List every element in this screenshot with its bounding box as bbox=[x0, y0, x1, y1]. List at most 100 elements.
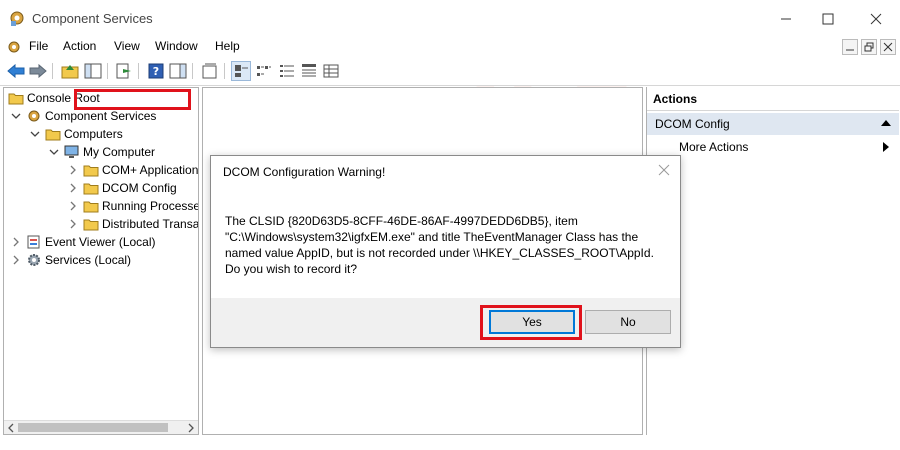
folder-icon bbox=[45, 127, 61, 141]
folder-icon bbox=[83, 217, 99, 231]
action-pane-icon bbox=[169, 63, 187, 79]
svg-text:?: ? bbox=[153, 65, 159, 78]
menu-window[interactable]: Window bbox=[155, 39, 198, 53]
chevron-down-icon[interactable] bbox=[48, 146, 60, 158]
no-button[interactable]: No bbox=[585, 310, 671, 334]
maximize-button[interactable] bbox=[808, 6, 848, 32]
folder-icon bbox=[8, 91, 24, 105]
grid-icon bbox=[323, 64, 339, 78]
dialog-message-line: "C:\Windows\system32\igfxEM.exe" and tit… bbox=[225, 230, 639, 244]
minimize-icon bbox=[781, 18, 791, 20]
dialog-message-line: Do you wish to record it? bbox=[225, 262, 358, 276]
dialog-message-line: named value AppID, but is not recorded u… bbox=[225, 246, 654, 260]
dialog-button-bar: Yes No bbox=[211, 298, 680, 347]
tree-item-label: COM+ Applications bbox=[102, 163, 199, 177]
chevron-down-icon[interactable] bbox=[29, 128, 41, 140]
tree-item-label: DCOM Config bbox=[102, 181, 177, 195]
dialog-message: The CLSID {820D63D5-8CFF-46DE-86AF-4997D… bbox=[225, 213, 665, 277]
up-one-level-button[interactable] bbox=[60, 61, 80, 81]
chevron-right-icon[interactable] bbox=[67, 218, 79, 230]
folder-icon bbox=[83, 199, 99, 213]
more-actions-item[interactable]: More Actions bbox=[679, 140, 748, 154]
forward-arrow-icon bbox=[29, 64, 47, 78]
actions-section-dcom-config[interactable]: DCOM Config bbox=[647, 113, 899, 135]
close-button[interactable] bbox=[856, 6, 896, 32]
tree-item-computers[interactable]: Computers bbox=[29, 125, 123, 143]
submenu-arrow-icon bbox=[883, 142, 889, 152]
console-tree: Console Root Component Services Computer… bbox=[3, 87, 199, 435]
folder-icon bbox=[83, 181, 99, 195]
restore-icon bbox=[864, 42, 874, 52]
tree-horizontal-scrollbar[interactable] bbox=[4, 420, 198, 434]
chevron-right-icon[interactable] bbox=[10, 254, 22, 266]
export-icon bbox=[116, 63, 131, 79]
forward-button[interactable] bbox=[28, 61, 48, 81]
list-icon bbox=[280, 65, 294, 77]
mdi-close-button[interactable] bbox=[880, 39, 896, 55]
toolbar: ? bbox=[0, 58, 900, 86]
close-icon bbox=[870, 13, 882, 25]
tree-item-label: Component Services bbox=[45, 109, 157, 123]
help-button[interactable]: ? bbox=[146, 61, 166, 81]
actions-section-label: DCOM Config bbox=[655, 117, 730, 131]
tree-item-com-plus-applications[interactable]: COM+ Applications bbox=[67, 161, 199, 179]
close-icon bbox=[883, 42, 893, 52]
scroll-right-icon[interactable] bbox=[184, 421, 198, 435]
event-viewer-icon bbox=[26, 235, 42, 249]
tree-item-dcom-config[interactable]: DCOM Config bbox=[67, 179, 177, 197]
window-title: Component Services bbox=[32, 11, 153, 26]
small-icons-button[interactable] bbox=[254, 61, 274, 81]
details-icon bbox=[302, 64, 316, 77]
tree-item-label: Computers bbox=[64, 127, 123, 141]
tree-item-event-viewer[interactable]: Event Viewer (Local) bbox=[10, 233, 156, 251]
minimize-icon bbox=[846, 49, 854, 51]
scroll-left-icon[interactable] bbox=[4, 421, 18, 435]
mdi-restore-button[interactable] bbox=[861, 39, 877, 55]
detail-view-button[interactable] bbox=[299, 61, 319, 81]
component-services-icon bbox=[26, 109, 42, 123]
folder-icon bbox=[83, 163, 99, 177]
tree-item-label: Services (Local) bbox=[45, 253, 132, 267]
large-icons-button[interactable] bbox=[231, 61, 251, 81]
show-hide-console-tree-button[interactable] bbox=[83, 61, 103, 81]
component-services-icon bbox=[10, 11, 24, 26]
export-list-button[interactable] bbox=[114, 61, 134, 81]
gear-icon bbox=[26, 253, 42, 267]
actions-pane: Actions DCOM Config More Actions bbox=[646, 87, 899, 435]
minimize-button[interactable] bbox=[766, 6, 806, 32]
collapse-up-icon[interactable] bbox=[881, 120, 891, 126]
properties-view-button[interactable] bbox=[321, 61, 341, 81]
dialog-message-line: The CLSID {820D63D5-8CFF-46DE-86AF-4997D… bbox=[225, 214, 578, 228]
menu-help[interactable]: Help bbox=[215, 39, 240, 53]
menu-action[interactable]: Action bbox=[63, 39, 96, 53]
title-bar: Component Services bbox=[0, 0, 900, 36]
tree-item-running-processes[interactable]: Running Processes bbox=[67, 197, 199, 215]
show-hide-action-pane-button[interactable] bbox=[168, 61, 188, 81]
chevron-right-icon[interactable] bbox=[67, 164, 79, 176]
help-icon: ? bbox=[148, 63, 164, 79]
mdi-minimize-button[interactable] bbox=[842, 39, 858, 55]
chevron-right-icon[interactable] bbox=[67, 182, 79, 194]
tree-item-label: Distributed Transaction Coordinator bbox=[102, 217, 199, 231]
chevron-right-icon[interactable] bbox=[10, 236, 22, 248]
scrollbar-thumb[interactable] bbox=[18, 423, 168, 432]
list-view-button[interactable] bbox=[277, 61, 297, 81]
menu-file[interactable]: File bbox=[29, 39, 48, 53]
close-icon[interactable] bbox=[656, 162, 672, 178]
tree-item-services[interactable]: Services (Local) bbox=[10, 251, 131, 269]
back-button[interactable] bbox=[6, 61, 26, 81]
tree-item-distributed-transaction-coordinator[interactable]: Distributed Transaction Coordinator bbox=[67, 215, 199, 233]
dialog-title: DCOM Configuration Warning! bbox=[223, 165, 386, 179]
delete-button[interactable] bbox=[200, 61, 220, 81]
tree-item-label: My Computer bbox=[83, 145, 156, 159]
menu-view[interactable]: View bbox=[114, 39, 140, 53]
chevron-right-icon[interactable] bbox=[67, 200, 79, 212]
tree-item-my-computer[interactable]: My Computer bbox=[48, 143, 155, 161]
computer-icon bbox=[64, 145, 80, 159]
dcom-warning-dialog: DCOM Configuration Warning! The CLSID {8… bbox=[210, 155, 681, 348]
console-icon bbox=[8, 41, 20, 53]
dcom-config-highlight bbox=[74, 89, 191, 110]
chevron-down-icon[interactable] bbox=[10, 110, 22, 122]
tree-item-label: Running Processes bbox=[102, 199, 199, 213]
properties-icon bbox=[202, 63, 217, 79]
